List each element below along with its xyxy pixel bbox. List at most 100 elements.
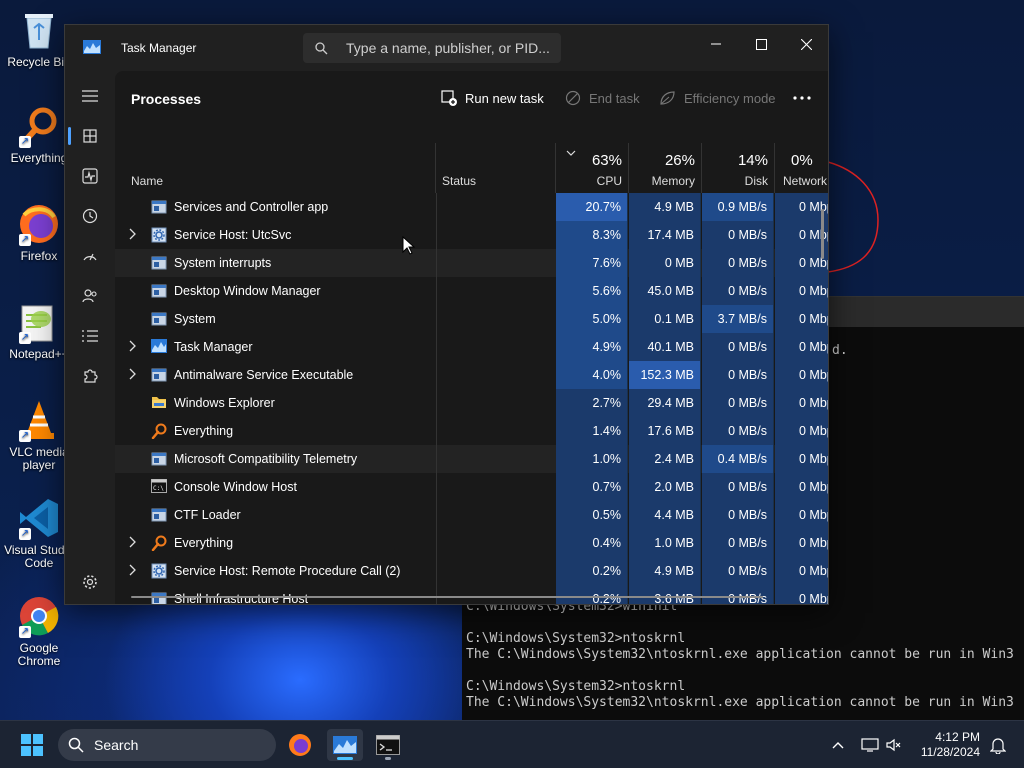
gear-icon xyxy=(83,575,97,589)
nav-users[interactable] xyxy=(73,281,107,311)
show-hidden-icons-button[interactable] xyxy=(820,729,856,761)
network-icon xyxy=(861,738,879,752)
network-total[interactable]: 0% xyxy=(791,152,813,169)
desktop-icon-chrome[interactable]: ↗ Google Chrome xyxy=(4,594,74,668)
memory-total[interactable]: 26% xyxy=(629,152,695,169)
disk-total[interactable]: 14% xyxy=(702,152,768,169)
more-options-button[interactable] xyxy=(793,87,819,109)
nav-processes[interactable] xyxy=(73,121,107,151)
process-status xyxy=(436,445,555,473)
search-input[interactable]: Type a name, publisher, or PID... xyxy=(303,33,561,63)
table-row[interactable]: Everything 0.4%1.0 MB0 MB/s0 Mbps xyxy=(115,529,828,557)
process-name: Service Host: UtcSvc xyxy=(174,228,292,242)
process-status xyxy=(436,249,555,277)
column-cpu[interactable]: CPU xyxy=(556,174,622,188)
process-memory: 4.4 MB xyxy=(629,501,701,529)
process-disk: 0 MB/s xyxy=(702,277,774,305)
chevron-right-icon[interactable] xyxy=(129,564,139,578)
window-title: Task Manager xyxy=(121,41,197,55)
desktop-icon-label: Recycle Bin xyxy=(7,55,71,69)
process-network: 0 Mbps xyxy=(775,333,828,361)
nav-settings[interactable] xyxy=(73,567,107,597)
nav-startup-apps[interactable] xyxy=(73,241,107,271)
process-memory: 17.6 MB xyxy=(629,417,701,445)
table-row[interactable]: C:\ Console Window Host 0.7% 2.0 MB 0 MB/s 0 … xyxy=(115,473,828,501)
process-name: Windows Explorer xyxy=(174,396,275,410)
taskbar-firefox[interactable] xyxy=(282,729,318,761)
table-row[interactable]: Services and Controller app 20.7% 4.9 MB 0.… xyxy=(115,193,828,221)
table-row[interactable]: Everything 1.4%17.6 MB0 MB/s0 Mbps xyxy=(115,417,828,445)
table-row[interactable]: Antimalware Service Executable 4.0% 152.3 … xyxy=(115,361,828,389)
process-memory: 4.9 MB xyxy=(629,193,701,221)
taskbar-terminal[interactable] xyxy=(370,729,406,761)
table-row[interactable]: Task Manager 4.9%40.1 MB0 MB/s0 Mbps xyxy=(115,333,828,361)
nav-performance[interactable] xyxy=(73,161,107,191)
table-row[interactable]: System interrupts7.6%0 MB0 MB/s0 Mbps xyxy=(115,249,828,277)
taskbar-search[interactable]: Search xyxy=(58,729,276,761)
table-row[interactable]: Microsoft Compatibility Telemetry 1.0% 2.4… xyxy=(115,445,828,473)
end-task-button[interactable]: End task xyxy=(565,87,640,109)
process-network: 0 Mbps xyxy=(775,305,828,333)
window-app-icon xyxy=(151,311,167,327)
process-name: Antimalware Service Executable xyxy=(174,368,354,382)
nav-details[interactable] xyxy=(73,321,107,351)
column-status[interactable]: Status xyxy=(442,174,476,188)
column-network[interactable]: Network xyxy=(775,174,827,188)
process-name: System interrupts xyxy=(174,256,272,270)
minimize-button[interactable] xyxy=(693,29,739,59)
gear-icon xyxy=(151,563,167,579)
chevron-right-icon[interactable] xyxy=(129,536,139,550)
shortcut-arrow-icon: ↗ xyxy=(19,430,31,442)
efficiency-mode-label: Efficiency mode xyxy=(684,90,776,106)
efficiency-mode-button[interactable]: Efficiency mode xyxy=(659,87,776,109)
hamburger-menu-button[interactable] xyxy=(73,81,107,111)
system-tray-network-volume[interactable] xyxy=(852,729,912,761)
chevron-right-icon[interactable] xyxy=(129,340,139,354)
chevron-right-icon[interactable] xyxy=(129,368,139,382)
column-disk[interactable]: Disk xyxy=(702,174,768,188)
process-cpu: 0.5% xyxy=(556,501,628,529)
maximize-button[interactable] xyxy=(738,29,784,59)
chevron-right-icon[interactable] xyxy=(129,228,139,242)
table-row[interactable]: Service Host: UtcSvc 8.3% 17.4 MB 0 MB/s 0 M… xyxy=(115,221,828,249)
column-name[interactable]: Name xyxy=(131,174,163,188)
process-network: 0 Mbps xyxy=(775,361,828,389)
nav-services[interactable] xyxy=(73,361,107,391)
taskbar-task-manager[interactable] xyxy=(327,729,363,761)
chevron-up-icon xyxy=(832,742,844,749)
process-disk: 0 MB/s xyxy=(702,221,774,249)
task-manager-window[interactable]: Task Manager Type a name, publisher, or … xyxy=(64,24,829,605)
process-disk: 0 MB/s xyxy=(702,361,774,389)
run-new-task-icon xyxy=(441,90,457,106)
process-disk: 0 MB/s xyxy=(702,389,774,417)
vscode-icon: ↗ xyxy=(17,496,61,540)
table-row[interactable]: System 5.0%0.1 MB3.7 MB/s0 Mbps xyxy=(115,305,828,333)
table-row[interactable]: Shell Infrastructure Host 0.2% 3.6 MB 0 MB/… xyxy=(115,585,828,604)
process-status xyxy=(436,221,555,249)
process-name: Services and Controller app xyxy=(174,200,329,214)
search-icon xyxy=(315,41,328,54)
table-row[interactable]: Service Host: Remote Procedure Call (2) 0… xyxy=(115,557,828,585)
title-bar[interactable]: Task Manager Type a name, publisher, or … xyxy=(65,25,828,71)
nav-app-history[interactable] xyxy=(73,201,107,231)
table-row[interactable]: Desktop Window Manager 5.6% 45.0 MB 0 MB/s 0… xyxy=(115,277,828,305)
start-button[interactable] xyxy=(14,729,50,761)
horizontal-scrollbar[interactable] xyxy=(131,596,763,598)
column-memory[interactable]: Memory xyxy=(629,174,695,188)
cpu-total[interactable]: 63% xyxy=(556,152,622,169)
folder-icon xyxy=(151,395,167,411)
process-memory: 3.6 MB xyxy=(629,585,701,604)
table-row[interactable]: Windows Explorer 2.7%29.4 MB0 MB/s0 Mbps xyxy=(115,389,828,417)
windows-logo-icon xyxy=(21,734,43,756)
close-button[interactable] xyxy=(783,29,828,59)
process-memory: 0.1 MB xyxy=(629,305,701,333)
clock[interactable]: 4:12 PM 11/28/2024 xyxy=(921,730,980,760)
leaf-icon xyxy=(660,91,675,105)
processes-panel: Processes Run new task End task Efficien… xyxy=(115,71,828,604)
process-disk: 0 MB/s xyxy=(702,333,774,361)
notifications-button[interactable] xyxy=(980,729,1016,761)
desktop-icon-label: Google Chrome xyxy=(17,641,61,668)
run-new-task-button[interactable]: Run new task xyxy=(441,87,544,109)
vertical-scrollbar[interactable] xyxy=(821,209,824,259)
table-row[interactable]: CTF Loader 0.5%4.4 MB0 MB/s0 Mbps xyxy=(115,501,828,529)
